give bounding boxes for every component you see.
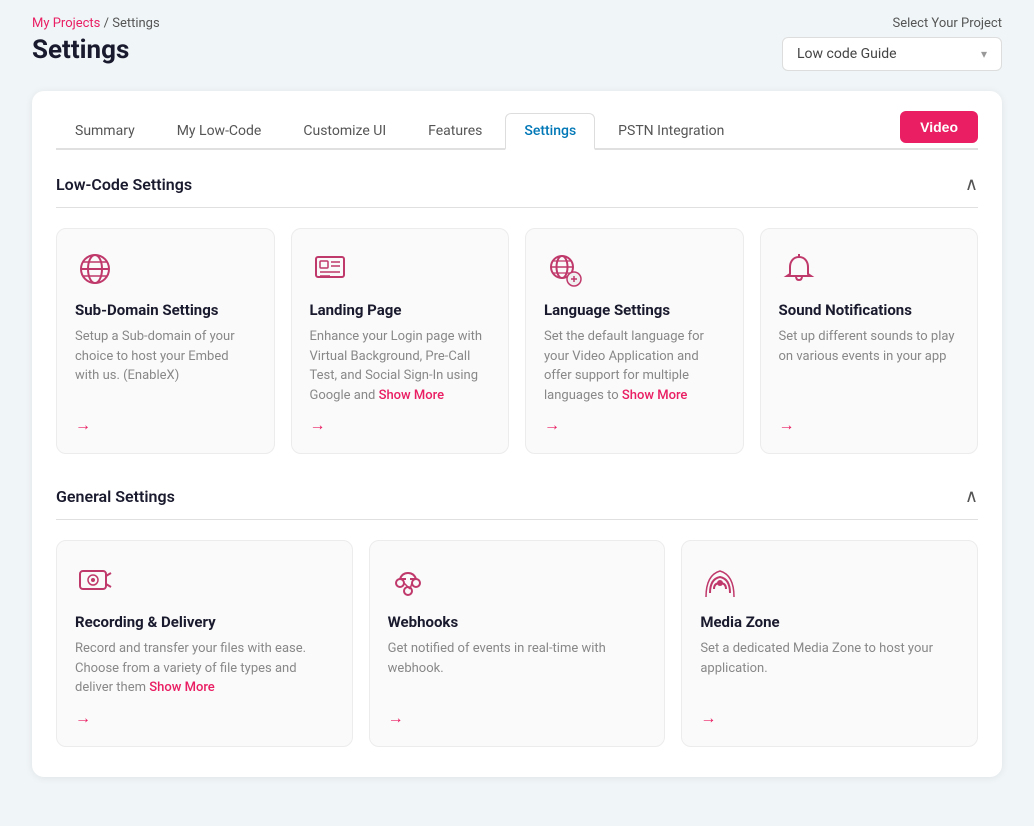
landing-page-arrow[interactable]: → bbox=[310, 415, 491, 435]
project-selector-label: Select Your Project bbox=[892, 16, 1002, 31]
card-sound-notifications: Sound Notifications Set up different sou… bbox=[760, 228, 979, 454]
tab-customize-ui[interactable]: Customize UI bbox=[284, 113, 405, 150]
recording-icon bbox=[75, 561, 115, 601]
sound-notifications-desc: Set up different sounds to play on vario… bbox=[779, 327, 960, 405]
tab-settings[interactable]: Settings bbox=[505, 113, 595, 150]
card-landing-page: Landing Page Enhance your Login page wit… bbox=[291, 228, 510, 454]
sub-domain-desc: Setup a Sub-domain of your choice to hos… bbox=[75, 327, 256, 405]
low-code-cards-grid: Sub-Domain Settings Setup a Sub-domain o… bbox=[56, 228, 978, 454]
section-header-low-code: Low-Code Settings ∧ bbox=[56, 174, 978, 195]
card-language-settings: Language Settings Set the default langua… bbox=[525, 228, 744, 454]
card-recording-delivery: Recording & Delivery Record and transfer… bbox=[56, 540, 353, 747]
landing-page-show-more[interactable]: Show More bbox=[379, 388, 445, 403]
header-left: My Projects / Settings Settings bbox=[32, 16, 160, 65]
tabs-container: Summary My Low-Code Customize UI Feature… bbox=[56, 111, 978, 150]
low-code-settings-section: Low-Code Settings ∧ Sub-Domain Settings … bbox=[56, 174, 978, 454]
video-button[interactable]: Video bbox=[900, 111, 978, 143]
webhooks-title: Webhooks bbox=[388, 613, 647, 631]
main-card: Video Summary My Low-Code Customize UI F… bbox=[32, 91, 1002, 777]
general-cards-grid: Recording & Delivery Record and transfer… bbox=[56, 540, 978, 747]
recording-delivery-arrow[interactable]: → bbox=[75, 708, 334, 728]
breadcrumb-separator: / bbox=[100, 16, 112, 31]
breadcrumb-current: Settings bbox=[112, 16, 159, 31]
project-dropdown[interactable]: Low code Guide ▾ bbox=[782, 37, 1002, 71]
signal-icon bbox=[700, 561, 740, 601]
recording-show-more[interactable]: Show More bbox=[149, 680, 215, 695]
low-code-divider bbox=[56, 207, 978, 208]
language-settings-arrow[interactable]: → bbox=[544, 415, 725, 435]
general-divider bbox=[56, 519, 978, 520]
breadcrumb: My Projects / Settings bbox=[32, 16, 160, 31]
landing-page-icon bbox=[310, 249, 350, 289]
sub-domain-title: Sub-Domain Settings bbox=[75, 301, 256, 319]
language-settings-title: Language Settings bbox=[544, 301, 725, 319]
landing-page-desc: Enhance your Login page with Virtual Bac… bbox=[310, 327, 491, 405]
landing-page-title: Landing Page bbox=[310, 301, 491, 319]
globe-icon bbox=[75, 249, 115, 289]
media-zone-title: Media Zone bbox=[700, 613, 959, 631]
page-title: Settings bbox=[32, 35, 160, 65]
recording-delivery-desc: Record and transfer your files with ease… bbox=[75, 639, 334, 698]
general-settings-section: General Settings ∧ Recording & Delivery … bbox=[56, 486, 978, 747]
low-code-settings-title: Low-Code Settings bbox=[56, 175, 192, 194]
page-header: My Projects / Settings Settings Select Y… bbox=[0, 0, 1034, 71]
tab-summary[interactable]: Summary bbox=[56, 113, 154, 150]
project-selector: Select Your Project Low code Guide ▾ bbox=[782, 16, 1002, 71]
general-settings-title: General Settings bbox=[56, 487, 175, 506]
card-sub-domain: Sub-Domain Settings Setup a Sub-domain o… bbox=[56, 228, 275, 454]
section-header-general: General Settings ∧ bbox=[56, 486, 978, 507]
media-zone-arrow[interactable]: → bbox=[700, 708, 959, 728]
card-media-zone: Media Zone Set a dedicated Media Zone to… bbox=[681, 540, 978, 747]
webhooks-arrow[interactable]: → bbox=[388, 708, 647, 728]
tab-features[interactable]: Features bbox=[409, 113, 501, 150]
sound-notifications-title: Sound Notifications bbox=[779, 301, 960, 319]
language-settings-desc: Set the default language for your Video … bbox=[544, 327, 725, 405]
language-show-more[interactable]: Show More bbox=[622, 388, 688, 403]
recording-delivery-title: Recording & Delivery bbox=[75, 613, 334, 631]
sub-domain-arrow[interactable]: → bbox=[75, 415, 256, 435]
chevron-down-icon: ▾ bbox=[981, 47, 987, 61]
bell-icon bbox=[779, 249, 819, 289]
general-collapse-icon[interactable]: ∧ bbox=[965, 486, 978, 507]
language-settings-icon bbox=[544, 249, 584, 289]
tab-pstn-integration[interactable]: PSTN Integration bbox=[599, 113, 743, 150]
webhooks-desc: Get notified of events in real-time with… bbox=[388, 639, 647, 698]
breadcrumb-my-projects[interactable]: My Projects bbox=[32, 16, 100, 31]
low-code-collapse-icon[interactable]: ∧ bbox=[965, 174, 978, 195]
media-zone-desc: Set a dedicated Media Zone to host your … bbox=[700, 639, 959, 698]
project-selected-value: Low code Guide bbox=[797, 46, 897, 62]
tab-my-low-code[interactable]: My Low-Code bbox=[158, 113, 281, 150]
webhook-icon bbox=[388, 561, 428, 601]
card-webhooks: Webhooks Get notified of events in real-… bbox=[369, 540, 666, 747]
sound-notifications-arrow[interactable]: → bbox=[779, 415, 960, 435]
